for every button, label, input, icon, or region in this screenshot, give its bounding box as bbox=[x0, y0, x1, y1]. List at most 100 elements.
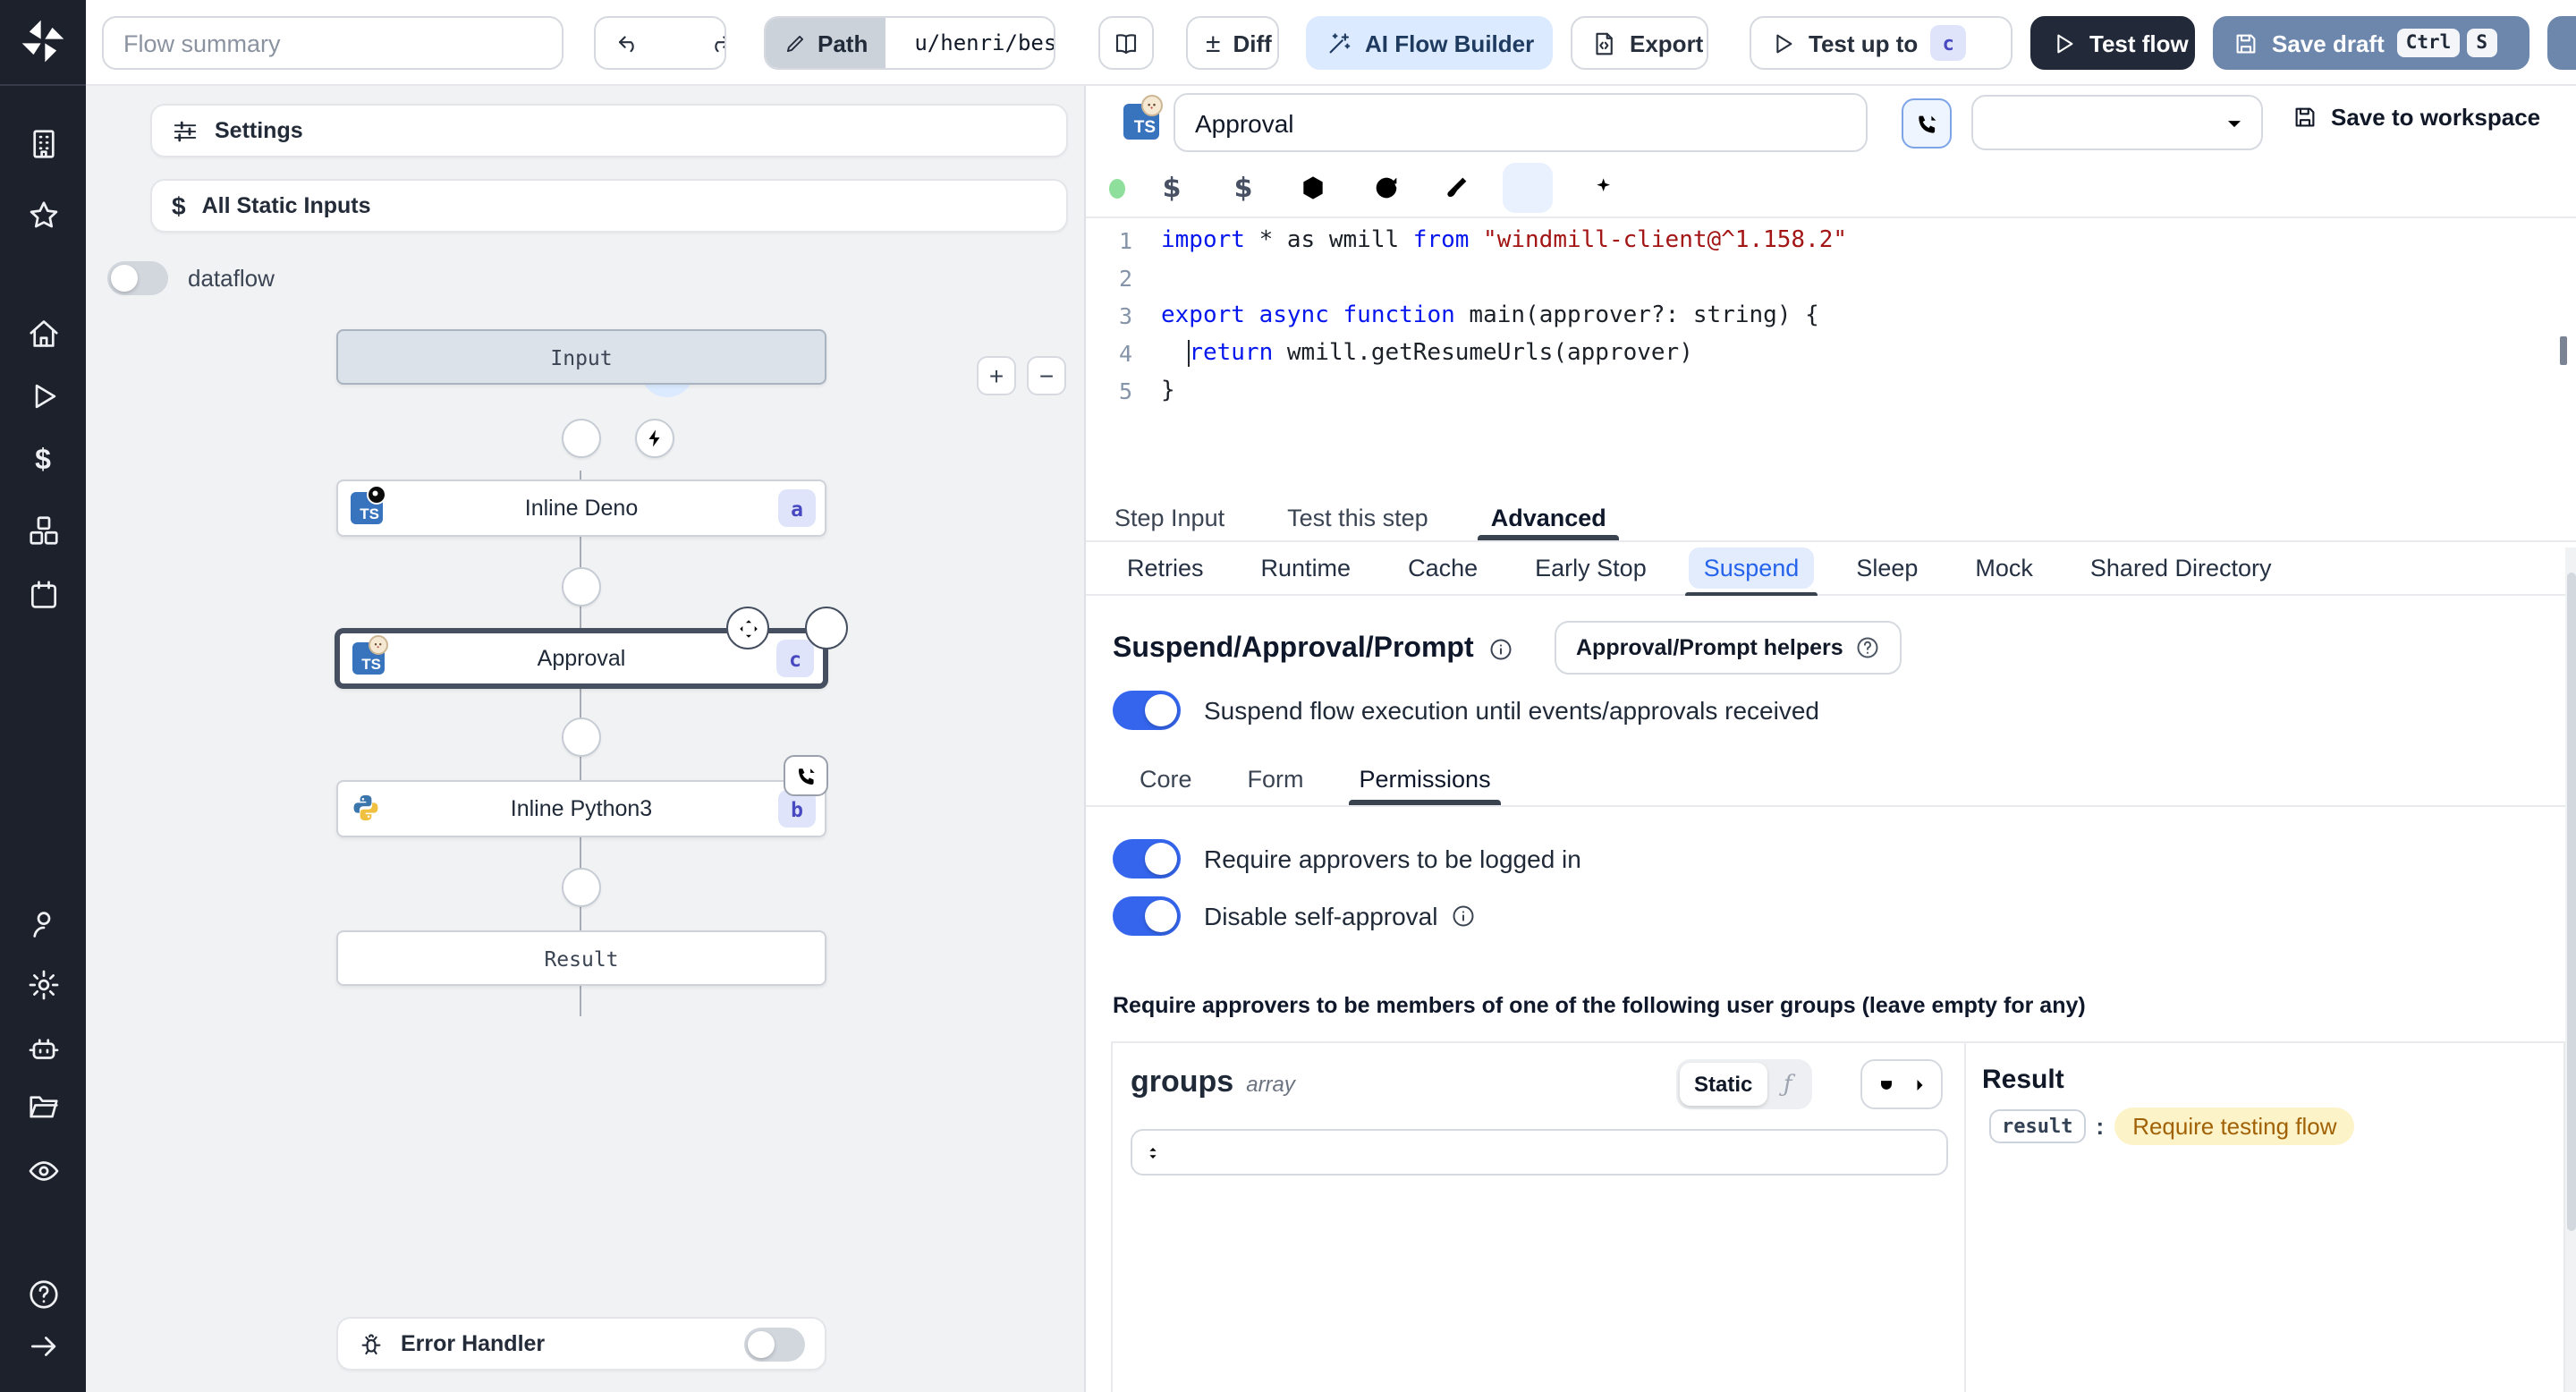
plus-icon bbox=[574, 730, 589, 744]
expand-arrow-icon[interactable] bbox=[25, 1328, 61, 1363]
dataflow-toggle-row: dataflow bbox=[107, 261, 275, 295]
plus-minus-icon: ± bbox=[1206, 28, 1221, 58]
add-step-button[interactable] bbox=[562, 717, 601, 757]
sliders-icon bbox=[172, 117, 199, 144]
variables-dollar-icon[interactable]: $ bbox=[1147, 163, 1197, 213]
error-handler-toggle[interactable] bbox=[744, 1327, 805, 1361]
ai-flow-builder-button[interactable]: AI Flow Builder bbox=[1306, 16, 1553, 70]
audit-eye-icon[interactable] bbox=[25, 1152, 61, 1188]
redo-button[interactable] bbox=[687, 18, 724, 68]
resources-dollar-icon[interactable]: $ bbox=[1218, 163, 1268, 213]
advanced-subtab[interactable]: Mock bbox=[1961, 547, 2047, 589]
add-trigger-bolt-button[interactable] bbox=[635, 419, 674, 458]
flow-settings-button[interactable]: Settings bbox=[150, 104, 1068, 157]
advanced-subtab[interactable]: Retries bbox=[1113, 547, 1218, 589]
zoom-out-button[interactable]: − bbox=[1027, 356, 1066, 395]
fx-expression-option[interactable]: ƒ bbox=[1767, 1071, 1809, 1098]
undo-button[interactable] bbox=[596, 18, 662, 68]
graph-node-input[interactable]: Input bbox=[336, 329, 826, 385]
save-to-workspace-button[interactable]: Save to workspace bbox=[2292, 104, 2540, 131]
reload-refresh-icon[interactable] bbox=[1361, 163, 1411, 213]
permission-tab[interactable]: Core bbox=[1140, 751, 1192, 805]
users-icon[interactable] bbox=[25, 905, 61, 941]
step-name-input[interactable] bbox=[1174, 93, 1868, 152]
deploy-button-partial[interactable] bbox=[2547, 16, 2576, 70]
delete-step-button[interactable] bbox=[805, 607, 848, 649]
bolt-icon bbox=[648, 429, 660, 447]
advanced-subtab[interactable]: Shared Directory bbox=[2076, 547, 2286, 589]
zoom-in-button[interactable]: + bbox=[977, 356, 1016, 395]
variables-dollar-icon[interactable]: $ bbox=[25, 444, 61, 480]
help-circle-icon[interactable] bbox=[25, 1276, 61, 1311]
add-step-button[interactable] bbox=[562, 419, 601, 458]
path-value: u/henri/bes bbox=[914, 30, 1055, 55]
dataflow-toggle[interactable] bbox=[107, 261, 168, 295]
favorites-star-icon[interactable] bbox=[25, 197, 61, 233]
windmill-logo-icon[interactable] bbox=[18, 16, 68, 66]
advanced-subtab[interactable]: Suspend bbox=[1685, 547, 1818, 598]
schedules-calendar-icon[interactable] bbox=[25, 576, 61, 612]
connect-input-button[interactable] bbox=[1860, 1059, 1943, 1109]
permission-tab[interactable]: Form bbox=[1248, 751, 1304, 805]
advanced-subtab[interactable]: Sleep bbox=[1842, 547, 1932, 589]
worker-tag-select[interactable] bbox=[1971, 95, 2263, 150]
settings-gear-icon[interactable] bbox=[25, 966, 61, 1002]
static-option[interactable]: Static bbox=[1680, 1063, 1767, 1106]
folders-icon[interactable] bbox=[25, 1088, 61, 1124]
plus-icon bbox=[574, 880, 589, 895]
runs-play-icon[interactable] bbox=[25, 378, 61, 413]
diff-button[interactable]: ± Diff bbox=[1186, 16, 1279, 70]
save-draft-button[interactable]: Save draft Ctrl S bbox=[2213, 16, 2529, 70]
permission-tab[interactable]: Permissions bbox=[1348, 751, 1501, 805]
magic-wand-icon bbox=[1326, 30, 1352, 56]
move-step-button[interactable] bbox=[726, 607, 769, 649]
panel-scrollbar-track[interactable] bbox=[2565, 547, 2576, 1392]
node-label: Inline Deno bbox=[524, 496, 639, 521]
groups-array-input[interactable] bbox=[1131, 1129, 1948, 1176]
approval-prompt-helpers-button[interactable]: Approval/Prompt helpers bbox=[1555, 621, 1902, 675]
groups-requirement-note: Require approvers to be members of one o… bbox=[1113, 993, 2086, 1018]
error-handler-row[interactable]: Error Handler bbox=[336, 1317, 826, 1371]
advanced-subtab[interactable]: Early Stop bbox=[1521, 547, 1661, 589]
format-brush-icon[interactable] bbox=[1431, 163, 1481, 213]
graph-node-result[interactable]: Result bbox=[336, 930, 826, 986]
test-up-to-button[interactable]: Test up to c bbox=[1750, 16, 2012, 70]
advanced-subtab[interactable]: Runtime bbox=[1247, 547, 1366, 589]
step-tab[interactable]: Test this step bbox=[1285, 494, 1430, 540]
disable-self-approval-toggle[interactable] bbox=[1113, 896, 1181, 936]
library-icon[interactable] bbox=[2504, 163, 2555, 213]
result-column: Result result : Require testing flow bbox=[1964, 1043, 2567, 1392]
all-static-inputs-button[interactable]: $ All Static Inputs bbox=[150, 179, 1068, 233]
suspend-toggle[interactable] bbox=[1113, 691, 1181, 730]
add-step-button[interactable] bbox=[562, 567, 601, 607]
kbd-key: S bbox=[2467, 29, 2496, 57]
suspend-phone-button[interactable] bbox=[1902, 98, 1952, 149]
ai-wand-selected-icon[interactable] bbox=[1503, 163, 1553, 213]
plug-icon bbox=[1881, 1075, 1892, 1089]
flow-summary-input[interactable] bbox=[102, 16, 564, 70]
top-toolbar: Path u/henri/bes ± Diff AI Flow Builder … bbox=[86, 0, 2576, 86]
package-box-icon[interactable] bbox=[1288, 163, 1338, 213]
home-icon[interactable] bbox=[25, 315, 61, 351]
ai-sparkles-off-icon[interactable] bbox=[1580, 163, 1630, 213]
step-tab[interactable]: Step Input bbox=[1113, 494, 1226, 540]
workspace-building-icon[interactable] bbox=[25, 125, 61, 161]
advanced-subtab[interactable]: Cache bbox=[1394, 547, 1492, 589]
field-name: groups bbox=[1131, 1065, 1234, 1099]
groups-editor-box: groups array Static ƒ Result result: Re… bbox=[1111, 1041, 2565, 1392]
panel-scrollbar-thumb[interactable] bbox=[2567, 573, 2576, 1231]
code-editor[interactable]: 1 import * as wmill from "windmill-client… bbox=[1086, 218, 2576, 494]
resources-cubes-icon[interactable] bbox=[25, 512, 61, 547]
add-step-button[interactable] bbox=[562, 868, 601, 907]
graph-node-inline-python[interactable]: Inline Python3 b bbox=[336, 780, 826, 837]
test-flow-button[interactable]: Test flow bbox=[2030, 16, 2195, 70]
suspend-permission-tabs: Core Form Permissions bbox=[1086, 751, 2567, 807]
workers-robot-icon[interactable] bbox=[25, 1031, 61, 1066]
step-tab[interactable]: Advanced bbox=[1478, 494, 1618, 540]
export-button[interactable]: Export bbox=[1571, 16, 1708, 70]
static-mode-segmented-control[interactable]: Static ƒ bbox=[1676, 1059, 1812, 1109]
path-button[interactable]: Path u/henri/bes bbox=[764, 16, 1055, 70]
require-logged-in-toggle[interactable] bbox=[1113, 839, 1181, 878]
graph-node-inline-deno[interactable]: TS Inline Deno a bbox=[336, 480, 826, 537]
docs-book-button[interactable] bbox=[1098, 16, 1154, 70]
